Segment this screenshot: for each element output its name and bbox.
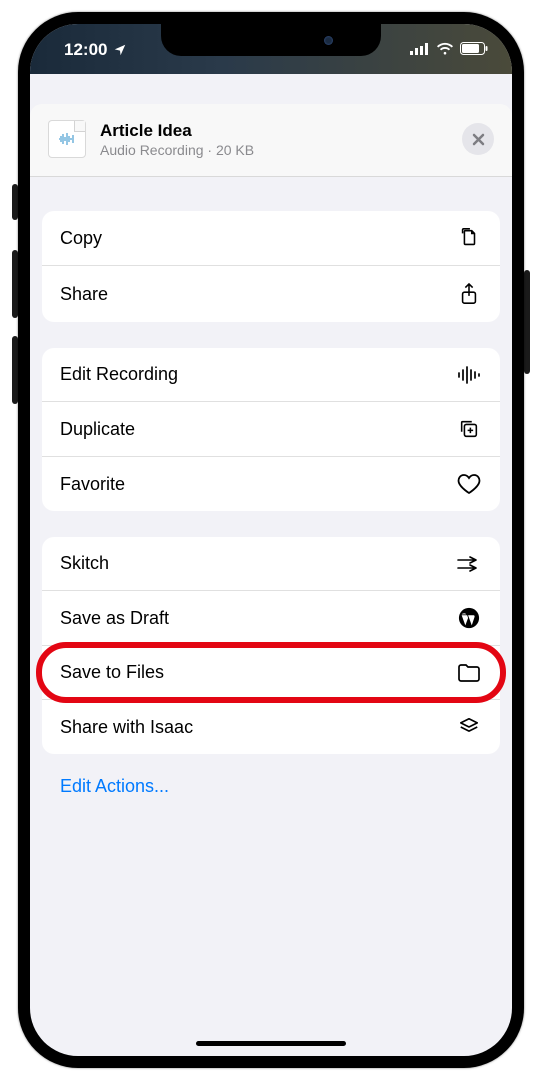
stack-icon	[456, 716, 482, 738]
notch	[161, 24, 381, 56]
action-label: Save as Draft	[60, 608, 169, 629]
action-copy[interactable]: Copy	[42, 211, 500, 265]
header-title: Article Idea	[100, 121, 448, 141]
screen: 12:00 Article Idea Audio Recording · 20 …	[30, 24, 512, 1056]
action-label: Favorite	[60, 474, 125, 495]
action-group-1: Copy Share	[42, 211, 500, 322]
action-label: Share	[60, 284, 108, 305]
action-share[interactable]: Share	[42, 265, 500, 322]
status-time: 12:00	[64, 40, 107, 60]
copy-icon	[456, 227, 482, 249]
share-icon	[456, 282, 482, 306]
action-label: Edit Recording	[60, 364, 178, 385]
action-edit-recording[interactable]: Edit Recording	[42, 348, 500, 401]
action-save-as-draft[interactable]: Save as Draft	[42, 590, 500, 645]
home-indicator[interactable]	[196, 1041, 346, 1046]
close-icon	[472, 133, 485, 146]
heart-icon	[456, 473, 482, 495]
action-duplicate[interactable]: Duplicate	[42, 401, 500, 456]
wordpress-icon	[456, 607, 482, 629]
action-share-with-isaac[interactable]: Share with Isaac	[42, 699, 500, 754]
close-button[interactable]	[462, 123, 494, 155]
action-label: Share with Isaac	[60, 717, 193, 738]
action-label: Skitch	[60, 553, 109, 574]
action-group-3: Skitch Save as Draft Save to Files	[42, 537, 500, 754]
action-label: Save to Files	[60, 662, 164, 683]
share-sheet-header: Article Idea Audio Recording · 20 KB	[30, 104, 512, 177]
action-skitch[interactable]: Skitch	[42, 537, 500, 590]
action-label: Duplicate	[60, 419, 135, 440]
action-favorite[interactable]: Favorite	[42, 456, 500, 511]
waveform-icon	[456, 365, 482, 385]
action-label: Copy	[60, 228, 102, 249]
phone-frame: 12:00 Article Idea Audio Recording · 20 …	[18, 12, 524, 1068]
arrows-icon	[456, 556, 482, 572]
edit-actions-link[interactable]: Edit Actions...	[42, 760, 500, 813]
signal-icon	[410, 43, 430, 55]
battery-icon	[460, 42, 488, 55]
actions-content: Copy Share Edit Recording	[30, 211, 512, 833]
document-thumbnail	[48, 120, 86, 158]
action-save-to-files[interactable]: Save to Files	[42, 645, 500, 699]
action-group-2: Edit Recording Duplicate Favorite	[42, 348, 500, 511]
header-subtitle: Audio Recording · 20 KB	[100, 142, 448, 158]
folder-icon	[456, 663, 482, 683]
wifi-icon	[436, 42, 454, 55]
duplicate-icon	[456, 418, 482, 440]
audio-waveform-icon	[58, 132, 76, 146]
location-icon	[113, 43, 127, 57]
